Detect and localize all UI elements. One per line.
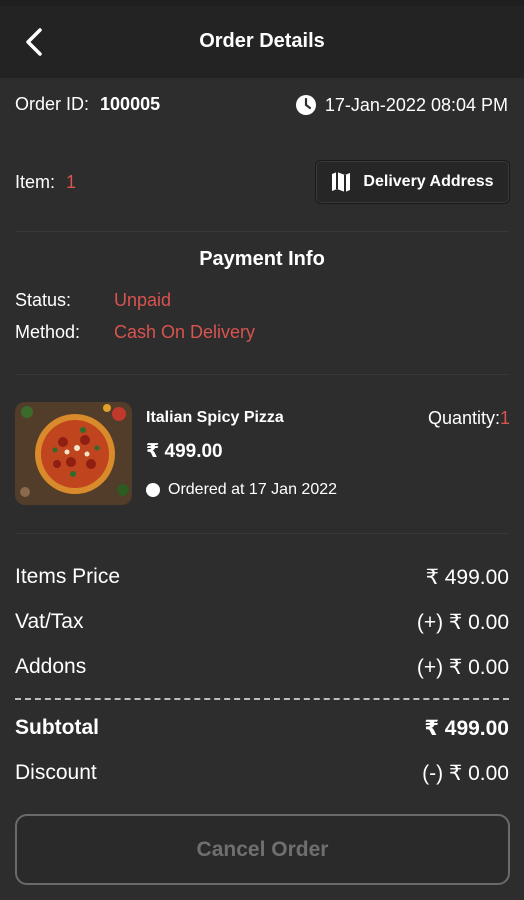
- items-price-label: Items Price: [15, 565, 121, 588]
- item-quantity: Quantity:1: [428, 408, 510, 429]
- summary-discount: Discount (-) ₹ 0.00: [15, 761, 509, 786]
- page-title: Order Details: [199, 30, 325, 52]
- item-count-value: 1: [66, 172, 77, 192]
- divider: [15, 374, 509, 375]
- vat-value: (+) ₹ 0.00: [416, 611, 509, 634]
- item-price: ₹ 499.00: [146, 441, 223, 462]
- items-price-value: ₹ 499.00: [425, 566, 509, 589]
- vat-label: Vat/Tax: [15, 610, 84, 633]
- item-ordered-at: Ordered at 17 Jan 2022: [146, 481, 337, 499]
- addons-label: Addons: [15, 655, 87, 678]
- divider: [15, 533, 509, 534]
- item-quantity-value: 1: [499, 408, 510, 428]
- payment-info-title: Payment Info: [199, 248, 325, 270]
- addons-value: (+) ₹ 0.00: [416, 656, 509, 679]
- item-image: [15, 402, 132, 505]
- dashed-divider: [15, 698, 509, 700]
- delivery-address-label: Delivery Address: [363, 173, 494, 190]
- order-datetime-text: 17-Jan-2022 08:04 PM: [324, 94, 508, 115]
- divider: [15, 231, 509, 232]
- delivery-address-button[interactable]: Delivery Address: [315, 160, 510, 204]
- cancel-order-button[interactable]: Cancel Order: [15, 814, 510, 885]
- summary-subtotal: Subtotal ₹ 499.00: [15, 716, 509, 741]
- payment-status-row: Status: Unpaid: [15, 290, 171, 311]
- item-quantity-label: Quantity:: [427, 408, 500, 428]
- item-ordered-at-text: Ordered at 17 Jan 2022: [168, 481, 338, 498]
- pizza-image: [15, 402, 132, 505]
- payment-status-label: Status:: [15, 290, 72, 310]
- item-count-label: Item:: [15, 172, 56, 192]
- order-datetime: 17-Jan-2022 08:04 PM: [295, 94, 508, 116]
- app-bar: Order Details: [0, 6, 524, 78]
- bullet-dot-icon: [146, 483, 160, 497]
- cancel-order-label: Cancel Order: [196, 837, 329, 861]
- subtotal-value: ₹ 499.00: [424, 717, 509, 740]
- order-id-label: Order ID:: [15, 94, 90, 114]
- summary-items-price: Items Price ₹ 499.00: [15, 565, 509, 590]
- payment-method-label: Method:: [15, 322, 81, 342]
- discount-label: Discount: [15, 761, 97, 784]
- payment-status-value: Unpaid: [114, 290, 172, 310]
- item-count: Item: 1: [15, 172, 76, 193]
- order-id-value: 100005: [100, 94, 161, 114]
- order-id: Order ID: 100005: [15, 94, 160, 115]
- discount-value: (-) ₹ 0.00: [422, 762, 509, 785]
- item-name: Italian Spicy Pizza: [146, 409, 284, 426]
- payment-method-row: Method: Cash On Delivery: [15, 322, 255, 343]
- clock-icon: [295, 95, 316, 115]
- map-icon: [332, 172, 351, 192]
- payment-method-value: Cash On Delivery: [114, 322, 256, 342]
- summary-vat: Vat/Tax (+) ₹ 0.00: [15, 610, 509, 635]
- summary-addons: Addons (+) ₹ 0.00: [15, 655, 509, 680]
- subtotal-label: Subtotal: [15, 716, 99, 739]
